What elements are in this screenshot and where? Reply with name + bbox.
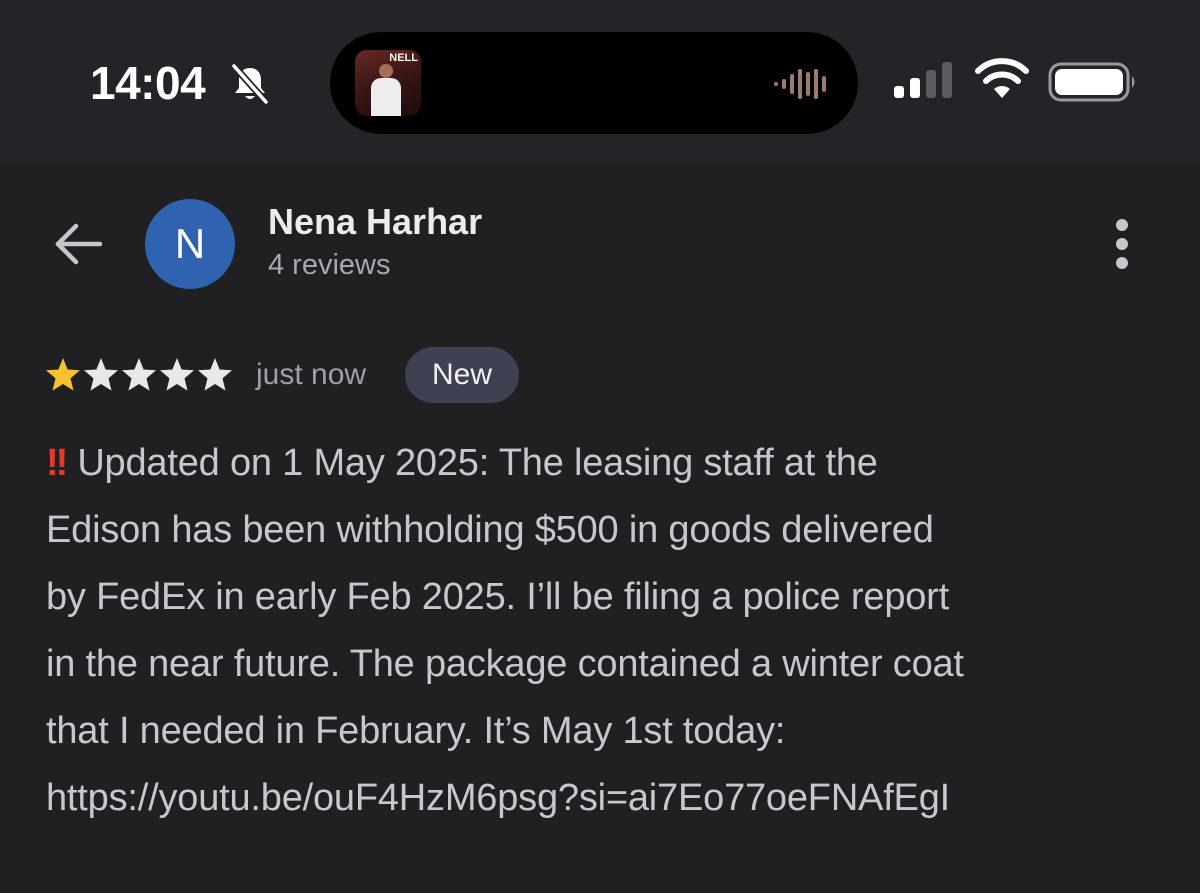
- back-arrow-icon[interactable]: [50, 220, 106, 268]
- avatar[interactable]: N: [145, 199, 235, 289]
- star-empty-icon: [122, 358, 156, 391]
- review-line: Edison has been withholding $500 in good…: [46, 509, 934, 551]
- new-badge: New: [405, 347, 519, 403]
- star-rating: [44, 356, 234, 396]
- review-line: that I needed in February. It’s May 1st …: [46, 710, 786, 752]
- reviewer-review-count: 4 reviews: [268, 249, 391, 281]
- star-filled-icon: [46, 358, 80, 391]
- reviewer-name[interactable]: Nena Harhar: [268, 200, 482, 244]
- review-line: !! Updated on 1 May 2025: The leasing sta…: [46, 442, 878, 484]
- star-empty-icon: [160, 358, 194, 391]
- silent-bell-icon: [230, 62, 270, 106]
- review-time: just now: [256, 358, 367, 391]
- more-options-icon[interactable]: [1104, 216, 1140, 272]
- album-art-text: NELL: [389, 52, 418, 64]
- review-text: !! Updated on 1 May 2025: The leasing sta…: [46, 430, 1166, 832]
- review-line: in the near future. The package containe…: [46, 643, 964, 685]
- double-exclamation-icon: !!: [46, 442, 68, 484]
- review-link[interactable]: https://youtu.be/ouF4HzM6psg?si=ai7Eo77o…: [46, 765, 1166, 832]
- cellular-signal-icon: [894, 62, 952, 98]
- wifi-icon: [975, 58, 1029, 98]
- now-playing-album-art[interactable]: NELL: [355, 50, 421, 116]
- audio-waveform-icon: [774, 69, 826, 99]
- status-time: 14:04: [90, 57, 206, 109]
- star-empty-icon: [198, 358, 232, 391]
- album-art-figure-head: [379, 64, 393, 78]
- battery-icon: [1048, 62, 1135, 102]
- review-line: by FedEx in early Feb 2025. I’ll be fili…: [46, 576, 949, 618]
- star-empty-icon: [84, 358, 118, 391]
- album-art-figure-body: [371, 78, 401, 116]
